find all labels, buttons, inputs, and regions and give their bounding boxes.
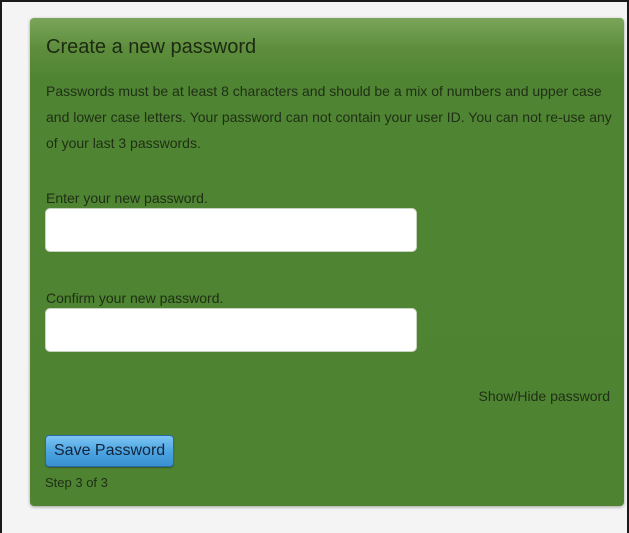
save-password-button[interactable]: Save Password bbox=[45, 435, 175, 467]
show-hide-password-link[interactable]: Show/Hide password bbox=[478, 388, 610, 404]
window-frame: Create a new password Passwords must be … bbox=[0, 0, 629, 533]
new-password-label: Enter your new password. bbox=[46, 190, 208, 206]
create-password-panel: Create a new password Passwords must be … bbox=[30, 18, 624, 506]
new-password-field[interactable] bbox=[45, 208, 417, 252]
step-indicator: Step 3 of 3 bbox=[45, 475, 108, 490]
password-requirements-text: Passwords must be at least 8 characters … bbox=[46, 83, 612, 151]
confirm-password-field[interactable] bbox=[45, 308, 417, 352]
panel-title: Create a new password bbox=[46, 36, 257, 58]
confirm-password-label: Confirm your new password. bbox=[46, 290, 224, 306]
